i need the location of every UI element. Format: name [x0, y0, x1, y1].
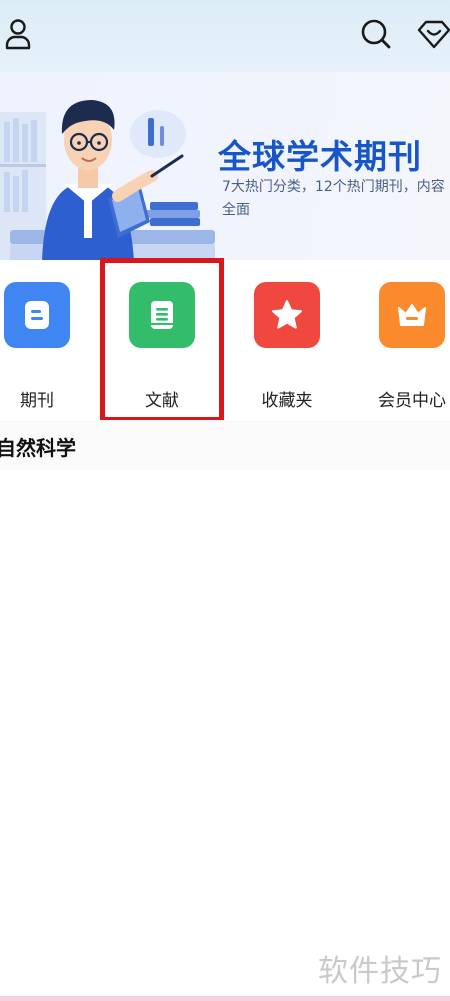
vip-button[interactable] [416, 16, 450, 52]
shortcut-member-center[interactable]: 会员中心 [357, 282, 450, 411]
promo-banner[interactable]: 全球学术期刊 7大热门分类，12个热门期刊，内容全面 [0, 72, 450, 260]
document-icon [25, 301, 49, 329]
star-icon [272, 300, 302, 329]
journals-tile [4, 282, 70, 348]
section-title: 自然科学 [0, 436, 76, 460]
shortcut-journals[interactable]: 期刊 [0, 282, 92, 411]
favorites-tile [254, 282, 320, 348]
person-icon [5, 19, 31, 50]
shortcut-label: 期刊 [20, 391, 54, 411]
shortcut-label: 会员中心 [378, 391, 446, 411]
shortcut-grid: 期刊 文献 收藏夹 会员中心 [0, 270, 450, 420]
search-button[interactable] [358, 16, 394, 52]
annotation-highlight [100, 258, 224, 422]
profile-button[interactable] [0, 16, 36, 52]
top-bar [0, 0, 450, 72]
crown-icon [398, 304, 426, 326]
bottom-strip [0, 996, 450, 1001]
banner-title: 全球学术期刊 [218, 137, 422, 176]
banner-subtitle: 7大热门分类，12个热门期刊，内容全面 [222, 179, 445, 218]
shortcut-favorites[interactable]: 收藏夹 [232, 282, 342, 411]
shortcut-label: 收藏夹 [261, 391, 313, 411]
member-center-tile [379, 282, 445, 348]
scholar-illustration [0, 100, 215, 260]
watermark: 软件技巧 [318, 954, 442, 989]
diamond-heart-icon [417, 20, 450, 49]
search-icon [361, 19, 391, 49]
